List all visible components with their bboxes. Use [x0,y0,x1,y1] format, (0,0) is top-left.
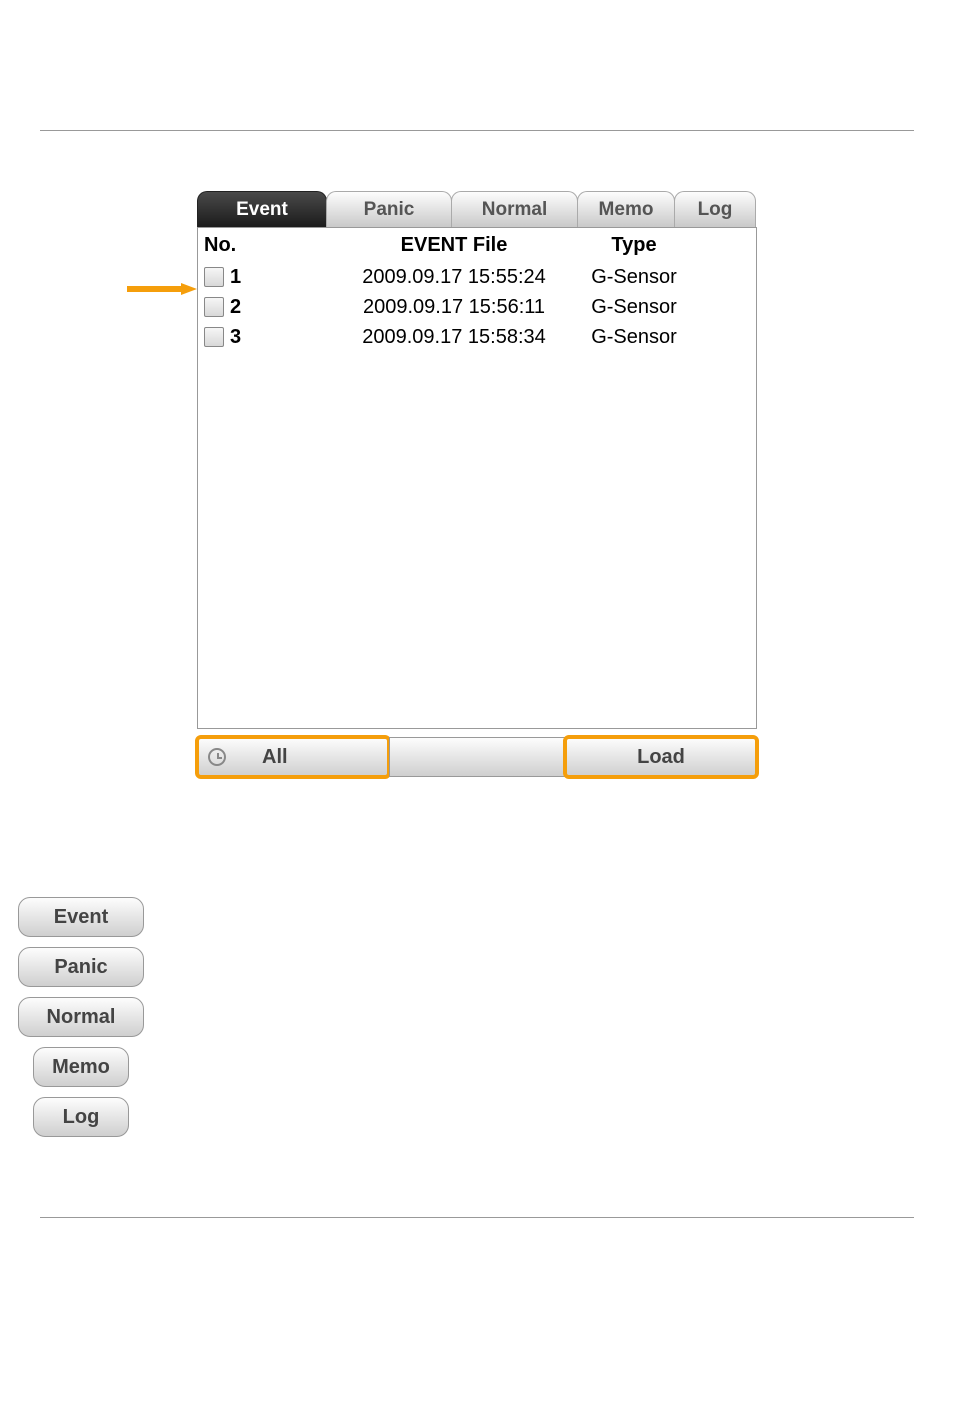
list-item[interactable]: 3 2009.09.17 15:58:34 G-Sensor [198,322,756,352]
bottom-bar: All Load [197,737,757,777]
middle-button[interactable] [389,737,565,777]
tab-label: Memo [599,199,654,221]
all-button-label: All [262,746,288,769]
divider-bottom [40,1217,914,1218]
tab-label: Event [236,199,288,221]
checkbox-icon[interactable] [204,297,224,317]
tab-bar: Event Panic Normal Memo Log [197,191,757,227]
arrow-icon [127,283,197,295]
button-stack: Event Panic Normal Memo Log [16,897,146,1137]
file-list: No. EVENT File Type 1 2009.09.17 15:55:2… [197,227,757,729]
row-file: 2009.09.17 15:58:34 [334,326,574,349]
button-label: Memo [52,1056,110,1079]
col-header-file: EVENT File [334,234,574,257]
all-button[interactable]: All [197,737,389,777]
row-file: 2009.09.17 15:55:24 [334,266,574,289]
load-button[interactable]: Load [565,737,757,777]
tab-label: Log [698,199,733,221]
clock-icon [208,748,226,766]
tab-log[interactable]: Log [674,191,756,227]
load-button-label: Load [637,746,685,769]
row-type: G-Sensor [574,266,694,289]
tab-event[interactable]: Event [197,191,327,227]
tab-normal[interactable]: Normal [451,191,578,227]
divider-top [40,130,914,131]
list-item[interactable]: 2 2009.09.17 15:56:11 G-Sensor [198,292,756,322]
tab-label: Normal [482,199,547,221]
event-button[interactable]: Event [18,897,144,937]
col-header-type: Type [574,234,694,257]
row-no: 2 [230,296,241,319]
panic-button[interactable]: Panic [18,947,144,987]
checkbox-icon[interactable] [204,267,224,287]
memo-button[interactable]: Memo [33,1047,129,1087]
tab-panic[interactable]: Panic [326,191,452,227]
row-no: 1 [230,266,241,289]
checkbox-icon[interactable] [204,327,224,347]
col-header-no: No. [204,234,334,257]
button-label: Normal [47,1006,116,1029]
log-button[interactable]: Log [33,1097,129,1137]
button-label: Panic [54,956,107,979]
row-file: 2009.09.17 15:56:11 [334,296,574,319]
list-item[interactable]: 1 2009.09.17 15:55:24 G-Sensor [198,262,756,292]
row-no: 3 [230,326,241,349]
tab-memo[interactable]: Memo [577,191,675,227]
row-type: G-Sensor [574,326,694,349]
button-label: Log [63,1106,100,1129]
file-list-panel: Event Panic Normal Memo Log No. EVENT Fi… [197,191,757,777]
row-type: G-Sensor [574,296,694,319]
list-header: No. EVENT File Type [198,228,756,262]
normal-button[interactable]: Normal [18,997,144,1037]
button-label: Event [54,906,108,929]
tab-label: Panic [364,199,415,221]
